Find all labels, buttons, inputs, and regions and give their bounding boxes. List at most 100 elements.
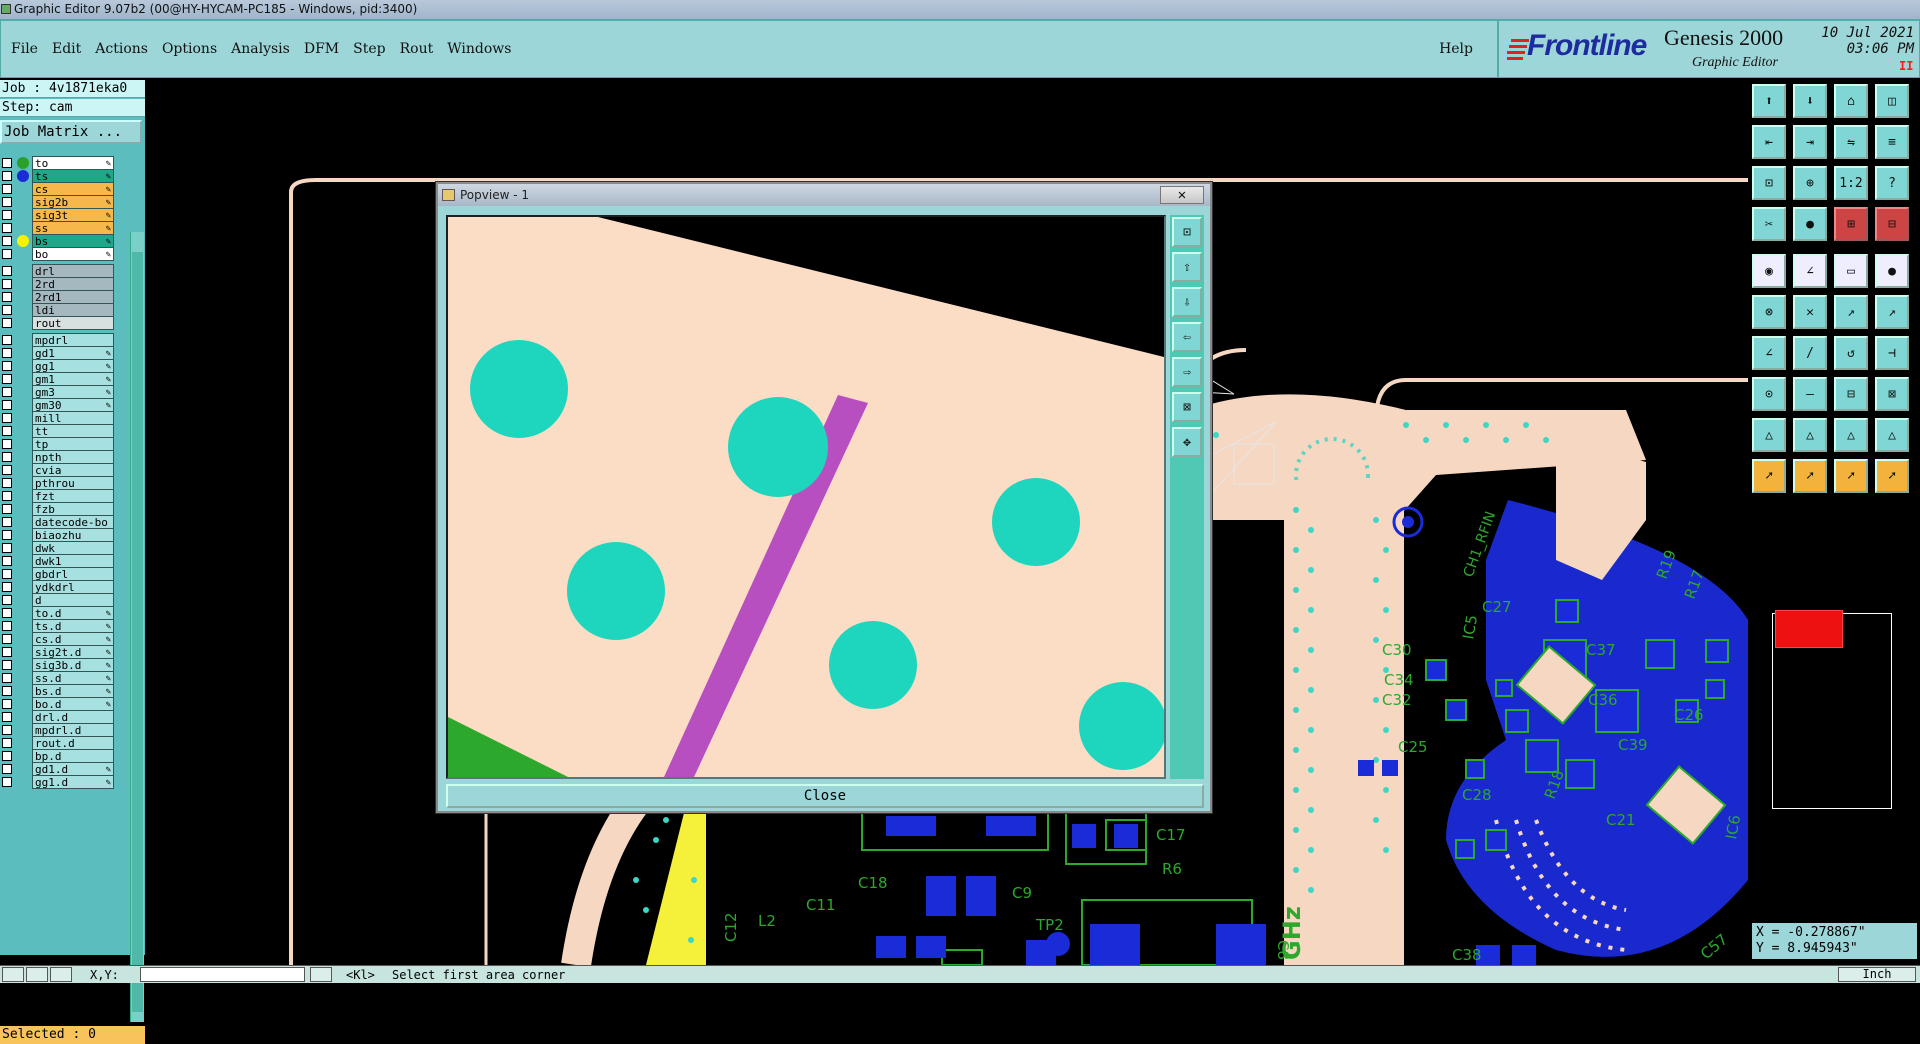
layer-checkbox[interactable] [2,279,12,289]
layer-row[interactable]: ss ✎ [0,221,118,235]
layer-name[interactable]: ydkdrl [32,580,114,594]
layer-checkbox[interactable] [2,621,12,631]
layer-row[interactable]: sig3t ✎ [0,208,118,222]
layer-row[interactable]: datecode-bo [0,515,118,529]
pan-left-icon[interactable]: ⇤ [1752,125,1786,159]
layer-checkbox[interactable] [2,413,12,423]
layer-name[interactable]: to ✎ [32,156,114,170]
layer-name[interactable]: mill [32,411,114,425]
layer-row[interactable]: drl [0,264,118,278]
tool-22-icon[interactable]: ↗ [1834,295,1868,329]
layer-checkbox[interactable] [2,249,12,259]
layer-name[interactable]: cvia [32,463,114,477]
layer-row[interactable]: gg1.d ✎ [0,775,118,789]
layer-checkbox[interactable] [2,608,12,618]
tool-23-icon[interactable]: ↗ [1875,295,1909,329]
status-button-check[interactable] [26,967,48,982]
layer-checkbox[interactable] [2,777,12,787]
tool-30-icon[interactable]: ⊟ [1834,377,1868,411]
layer-checkbox[interactable] [2,335,12,345]
layer-name[interactable]: 2rd [32,277,114,291]
layer-row[interactable]: mpdrl [0,333,118,347]
layer-name[interactable]: fzt [32,489,114,503]
tool-32-icon[interactable]: △ [1752,418,1786,452]
tool-18-icon[interactable]: ▭ [1834,254,1868,288]
scrollbar-thumb[interactable] [132,252,143,1012]
net-icon[interactable]: ⊞ [1834,207,1868,241]
layer-checkbox[interactable] [2,634,12,644]
layer-name[interactable]: dwk1 [32,554,114,568]
layer-row[interactable]: ldi [0,303,118,317]
layer-checkbox[interactable] [2,361,12,371]
layer-row[interactable]: gg1 ✎ [0,359,118,373]
tool-34-icon[interactable]: △ [1834,418,1868,452]
layer-name[interactable]: gm1 ✎ [32,372,114,386]
layer-checkbox[interactable] [2,223,12,233]
layer-checkbox[interactable] [2,738,12,748]
layer-checkbox[interactable] [2,595,12,605]
zoom-fit-icon[interactable]: ⊕ [1793,166,1827,200]
layer-row[interactable]: mill [0,411,118,425]
layer-row[interactable]: rout.d [0,736,118,750]
layer-name[interactable]: ts ✎ [32,169,114,183]
status-button-1[interactable] [2,967,24,982]
layer-row[interactable]: gm3 ✎ [0,385,118,399]
layer-row[interactable]: biaozhu [0,528,118,542]
layer-up-icon[interactable]: ⬆ [1752,84,1786,118]
layer-name[interactable]: cs ✎ [32,182,114,196]
layer-row[interactable]: to.d ✎ [0,606,118,620]
layer-checkbox[interactable] [2,292,12,302]
layer-checkbox[interactable] [2,478,12,488]
layer-checkbox[interactable] [2,725,12,735]
tool-35-icon[interactable]: △ [1875,418,1909,452]
layer-name[interactable]: tp [32,437,114,451]
layer-row[interactable]: bs.d ✎ [0,684,118,698]
layer-checkbox[interactable] [2,660,12,670]
layer-name[interactable]: gm3 ✎ [32,385,114,399]
layer-row[interactable]: cs ✎ [0,182,118,196]
tool-20-icon[interactable]: ⊗ [1752,295,1786,329]
popview-canvas[interactable] [446,215,1167,779]
layer-row[interactable]: bs ✎ [0,234,118,248]
layer-row[interactable]: 2rd [0,277,118,291]
layer-row[interactable]: sig2b ✎ [0,195,118,209]
layer-name[interactable]: gd1.d ✎ [32,762,114,776]
layer-row[interactable]: cs.d ✎ [0,632,118,646]
tool-39-icon[interactable]: ➚ [1875,459,1909,493]
tool-37-icon[interactable]: ➚ [1793,459,1827,493]
probe-icon[interactable]: ● [1793,207,1827,241]
layer-row[interactable]: fzb [0,502,118,516]
snap-icon[interactable]: ≡ [1875,125,1909,159]
layer-name[interactable]: npth [32,450,114,464]
tool-36-icon[interactable]: ➚ [1752,459,1786,493]
layer-name[interactable]: sig2t.d ✎ [32,645,114,659]
menu-analysis[interactable]: Analysis [231,41,290,57]
measure-icon[interactable]: ✂ [1752,207,1786,241]
mirror-icon[interactable]: ⇋ [1834,125,1868,159]
layer-checkbox[interactable] [2,751,12,761]
layer-name[interactable]: ldi [32,303,114,317]
help-icon[interactable]: ? [1875,166,1909,200]
layer-checkbox[interactable] [2,171,12,181]
layer-row[interactable]: bp.d [0,749,118,763]
status-button-plus[interactable] [310,967,332,982]
layer-checkbox[interactable] [2,686,12,696]
layer-name[interactable]: gg1 ✎ [32,359,114,373]
layer-name[interactable]: gg1.d ✎ [32,775,114,789]
layer-row[interactable]: sig2t.d ✎ [0,645,118,659]
menu-step[interactable]: Step [353,41,385,57]
tool-16-icon[interactable]: ◉ [1752,254,1786,288]
layer-checkbox[interactable] [2,184,12,194]
layer-name[interactable]: ts.d ✎ [32,619,114,633]
menu-actions[interactable]: Actions [95,41,148,57]
tool-21-icon[interactable]: ✕ [1793,295,1827,329]
ratio-icon[interactable]: 1:2 [1834,166,1868,200]
layer-name[interactable]: sig3t ✎ [32,208,114,222]
layer-name[interactable]: bs ✎ [32,234,114,248]
layer-checkbox[interactable] [2,426,12,436]
layer-checkbox[interactable] [2,582,12,592]
layer-name[interactable]: bp.d [32,749,114,763]
layer-row[interactable]: gm30 ✎ [0,398,118,412]
layer-checkbox[interactable] [2,699,12,709]
layer-row[interactable]: dwk [0,541,118,555]
